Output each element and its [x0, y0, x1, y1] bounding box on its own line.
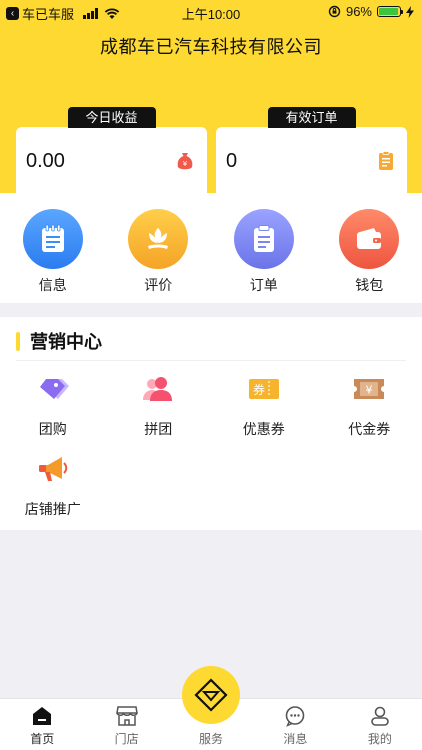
marketing-item-label: 代金券: [348, 421, 391, 437]
group-users-icon: [140, 371, 176, 407]
marketing-item-team-buy[interactable]: 拼团: [106, 367, 212, 447]
marketing-grid: 团购 拼团 券 优惠券 ¥ 代金券 店铺推广: [0, 367, 422, 527]
quick-action-wallet[interactable]: 钱包: [317, 193, 422, 303]
money-bag-icon: ¥: [177, 153, 193, 170]
quick-action-info-label: 信息: [38, 277, 67, 293]
quick-action-info[interactable]: 信息: [0, 193, 106, 303]
voucher-icon-text: ¥: [366, 384, 373, 397]
voucher-icon: ¥: [351, 371, 387, 407]
megaphone-icon: [35, 451, 71, 487]
tab-home[interactable]: 首页: [0, 699, 84, 750]
marketing-center: 营销中心 团购 拼团 券 优惠券 ¥ 代金券 店铺推广: [0, 317, 422, 530]
notebook-icon: [22, 209, 83, 269]
tab-service-label: 服务: [199, 732, 224, 746]
tab-mine-label: 我的: [367, 732, 392, 746]
today-income-card[interactable]: 今日收益 0.00 ¥: [16, 107, 207, 193]
marketing-title: 营销中心: [16, 328, 102, 354]
quick-action-wallet-label: 钱包: [355, 277, 384, 293]
marketing-item-label: 团购: [38, 421, 67, 437]
charging-icon: [406, 5, 414, 18]
today-income-value: 0.00: [26, 150, 65, 172]
tab-mine[interactable]: 我的: [338, 699, 422, 750]
company-name: 成都车已汽车科技有限公司: [100, 37, 322, 57]
marketing-item-store-promo[interactable]: 店铺推广: [0, 447, 106, 527]
flower-icon: [128, 209, 189, 269]
quick-action-review[interactable]: 评价: [106, 193, 212, 303]
marketing-item-group-buy[interactable]: 团购: [0, 367, 106, 447]
clipboard-icon: [233, 209, 294, 269]
marketing-item-label: 拼团: [144, 421, 173, 437]
marketing-item-coupon[interactable]: 券 优惠券: [211, 367, 317, 447]
today-income-label: 今日收益: [67, 107, 156, 128]
quick-action-orders[interactable]: 订单: [211, 193, 317, 303]
order-list-icon: [379, 151, 393, 170]
status-right: 96%: [328, 4, 414, 19]
home-icon: [33, 707, 52, 725]
quick-actions: 信息 评价 订单 钱包: [0, 193, 422, 303]
marketing-title-text: 营销中心: [30, 332, 102, 352]
marketing-item-label: 优惠券: [242, 421, 285, 437]
svg-text:¥: ¥: [183, 160, 188, 168]
status-bar: ‹ 车已车服 上午10:00 96%: [0, 0, 422, 24]
valid-orders-card[interactable]: 有效订单 0: [216, 107, 407, 193]
quick-action-orders-label: 订单: [249, 277, 278, 293]
tab-store[interactable]: 门店: [84, 699, 168, 750]
wallet-icon: [339, 209, 400, 269]
tab-store-label: 门店: [114, 732, 139, 746]
diamond-icon: [182, 666, 241, 724]
tab-messages[interactable]: 消息: [253, 699, 337, 750]
battery-percent: 96%: [345, 4, 372, 19]
tag-icon: [35, 371, 71, 407]
marketing-item-label: 店铺推广: [24, 501, 81, 517]
valid-orders-label: 有效订单: [267, 107, 356, 128]
rotation-lock-icon: [328, 5, 341, 18]
bottom-tab-bar: 首页 门店 服务 消息 我的: [0, 666, 422, 750]
user-icon: [371, 706, 389, 726]
tab-home-label: 首页: [30, 732, 55, 746]
tab-service[interactable]: 服务: [169, 666, 253, 750]
store-icon: [115, 706, 138, 726]
title-accent-bar: [16, 331, 20, 351]
battery-icon: [377, 6, 403, 17]
message-icon: [286, 706, 305, 727]
coupon-icon: 券: [246, 371, 282, 407]
marketing-item-voucher[interactable]: ¥ 代金券: [317, 367, 422, 447]
quick-action-review-label: 评价: [144, 277, 173, 293]
tab-messages-label: 消息: [283, 732, 308, 746]
coupon-icon-text: 券: [253, 382, 265, 397]
valid-orders-value: 0: [226, 150, 238, 172]
divider: [16, 360, 406, 361]
